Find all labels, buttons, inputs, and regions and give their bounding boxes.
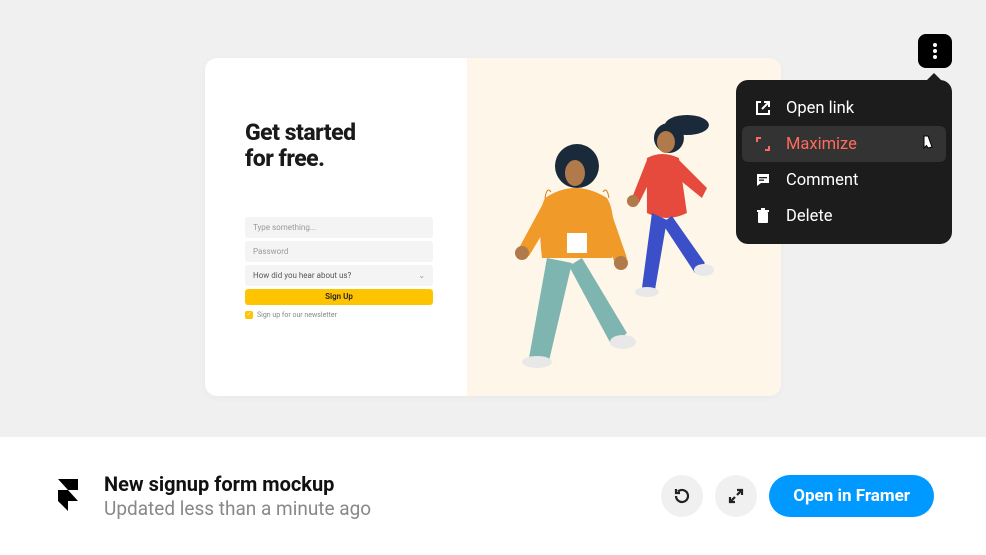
expand-icon — [728, 488, 744, 504]
open-link-icon — [754, 100, 772, 116]
text-input-placeholder: Type something... — [253, 223, 316, 232]
source-select[interactable]: How did you hear about us? ⌄ — [245, 265, 433, 286]
mockup-illustration-panel — [467, 58, 781, 396]
mockup-card: Get started for free. Type something... … — [205, 58, 781, 396]
context-menu: Open link Maximize Comment — [736, 80, 952, 244]
footer-actions: Open in Framer — [661, 475, 934, 517]
delete-icon — [754, 208, 772, 224]
menu-item-label: Delete — [786, 207, 833, 226]
checkbox-checked-icon: ✓ — [245, 311, 253, 319]
maximize-icon — [754, 136, 772, 152]
expand-button[interactable] — [715, 475, 757, 517]
menu-item-label: Comment — [786, 171, 858, 190]
mockup-form-panel: Get started for free. Type something... … — [205, 58, 467, 396]
password-input[interactable]: Password — [245, 241, 433, 262]
newsletter-label: Sign up for our newsletter — [257, 311, 337, 319]
select-label: How did you hear about us? — [253, 271, 351, 280]
text-input[interactable]: Type something... — [245, 217, 433, 238]
newsletter-checkbox-row[interactable]: ✓ Sign up for our newsletter — [245, 311, 433, 319]
menu-item-label: Maximize — [786, 135, 857, 154]
heading-line2: for free. — [245, 145, 324, 172]
cursor-pointer-icon — [918, 134, 936, 156]
preview-canvas: Get started for free. Type something... … — [0, 0, 986, 437]
signup-button[interactable]: Sign Up — [245, 289, 433, 305]
comment-icon — [754, 172, 772, 188]
menu-item-maximize[interactable]: Maximize — [742, 126, 946, 162]
footer-text: New signup form mockup Updated less than… — [104, 472, 661, 520]
walking-people-illustration — [467, 58, 781, 396]
menu-item-delete[interactable]: Delete — [742, 198, 946, 234]
refresh-button[interactable] — [661, 475, 703, 517]
menu-item-open-link[interactable]: Open link — [742, 90, 946, 126]
password-input-placeholder: Password — [253, 247, 288, 256]
menu-item-label: Open link — [786, 99, 854, 118]
menu-item-comment[interactable]: Comment — [742, 162, 946, 198]
more-options-button[interactable] — [918, 34, 952, 68]
framer-logo-icon — [52, 479, 84, 511]
kebab-icon — [933, 43, 937, 59]
open-in-framer-button[interactable]: Open in Framer — [769, 475, 934, 517]
document-title: New signup form mockup — [104, 472, 661, 496]
primary-label: Open in Framer — [793, 486, 910, 506]
footer-bar: New signup form mockup Updated less than… — [0, 437, 986, 555]
refresh-icon — [673, 487, 691, 505]
heading-line1: Get started — [245, 119, 356, 146]
document-subtitle: Updated less than a minute ago — [104, 497, 661, 520]
chevron-down-icon: ⌄ — [418, 271, 425, 280]
mockup-heading: Get started for free. — [245, 120, 433, 173]
signup-label: Sign Up — [325, 292, 353, 301]
